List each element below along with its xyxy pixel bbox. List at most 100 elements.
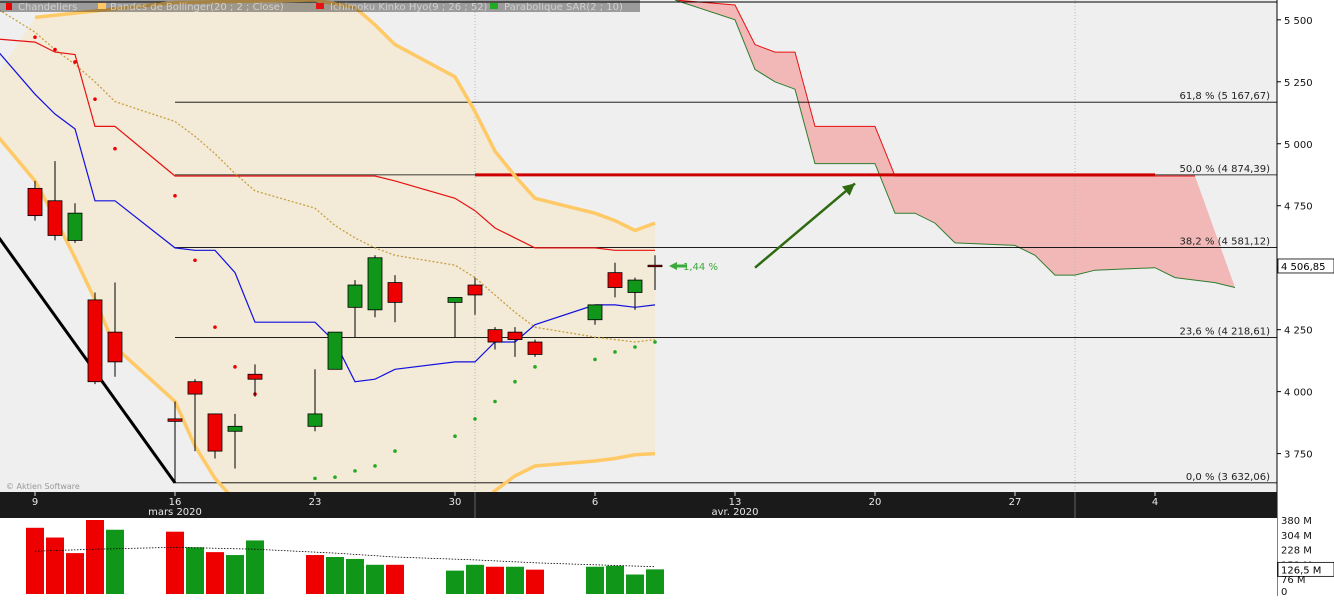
fib-level-label: 38,2 % (4 581,12) — [1180, 237, 1271, 248]
legend-ichimoku-swatch — [316, 3, 324, 9]
candle-body — [467, 284, 483, 296]
x-axis-tick-label: 20 — [869, 497, 882, 508]
chart-svg[interactable]: 61,8 % (5 167,67) 50,0 % (4 874,39) 38,2 %… — [0, 0, 1334, 598]
candle-body — [47, 200, 63, 236]
candle-body — [327, 331, 343, 370]
volume-axis-tick-label: 228 M — [1281, 546, 1312, 557]
fib-level-label: 61,8 % (5 167,67) — [1180, 91, 1271, 102]
volume-bar — [346, 558, 364, 594]
candle-body — [627, 279, 643, 293]
candle-body — [367, 257, 383, 311]
y-axis-tick-label: 5 250 — [1284, 78, 1313, 89]
volume-bar — [106, 529, 124, 594]
x-axis-tick-label: 6 — [592, 497, 598, 508]
volume-bar — [226, 555, 244, 594]
volume-axis-tick-label: 76 M — [1281, 575, 1306, 586]
sar-point — [633, 345, 637, 349]
legend-sar-swatch — [490, 3, 498, 9]
candle-body — [587, 304, 603, 321]
y-axis-current-value-label: 4 506,85 — [1281, 262, 1326, 273]
sar-point — [353, 469, 357, 473]
volume-bar — [46, 537, 64, 594]
x-axis-month-label: avr. 2020 — [711, 507, 758, 518]
volume-bar — [386, 564, 404, 594]
watermark: © Aktien Software — [6, 482, 80, 491]
y-axis-tick-label: 3 750 — [1284, 450, 1313, 461]
sar-point — [493, 399, 497, 404]
sar-point — [593, 357, 597, 362]
candle-body — [347, 284, 363, 308]
x-axis-tick-label: 23 — [309, 497, 322, 508]
sar-point — [513, 379, 517, 384]
sar-point — [653, 340, 657, 344]
volume-bar — [246, 540, 264, 594]
legend-candles-label: Chandeliers — [18, 2, 77, 13]
candle-body — [27, 187, 43, 217]
sar-point — [193, 258, 197, 263]
volume-bar — [326, 557, 344, 594]
x-axis-tick-label: 9 — [32, 497, 38, 508]
candle-body — [387, 282, 403, 303]
sar-point — [113, 146, 117, 151]
sar-point — [393, 449, 397, 453]
candle-body — [487, 329, 503, 343]
volume-bar — [366, 564, 384, 594]
candle — [527, 339, 543, 357]
sar-point — [473, 417, 477, 421]
volume-axis-tick-label: 0 — [1281, 587, 1287, 596]
sar-point — [453, 434, 457, 439]
volume-bar — [626, 574, 644, 594]
sar-point — [53, 47, 57, 52]
volume-bar — [66, 553, 84, 594]
y-axis-tick-label: 4 250 — [1284, 326, 1313, 337]
volume-bar — [486, 566, 504, 594]
candle-body — [607, 272, 623, 288]
candle-body — [167, 418, 183, 422]
legend-sar-label: Parabolique SAR(2 ; 10) — [504, 2, 623, 13]
candle-body — [187, 381, 203, 395]
sar-point — [213, 325, 217, 329]
candle-body — [87, 299, 103, 383]
x-axis-month-label: mars 2020 — [148, 507, 202, 518]
sar-point — [73, 60, 77, 64]
fib-level-label: 50,0 % (4 874,39) — [1180, 164, 1271, 175]
sar-point — [173, 194, 177, 198]
x-axis-tick-label: 30 — [449, 497, 462, 508]
volume-bar — [506, 566, 524, 594]
volume-current-value-label: 126,5 M — [1281, 565, 1321, 576]
volume-bar — [26, 527, 44, 594]
candle-body — [67, 212, 83, 241]
candle-body — [247, 373, 263, 380]
volume-bar — [466, 564, 484, 594]
candle — [87, 292, 103, 385]
y-axis-background — [1277, 0, 1334, 596]
sar-point — [333, 475, 337, 479]
candle-body — [507, 331, 523, 340]
y-axis-tick-label: 4 750 — [1284, 202, 1313, 213]
sar-point — [373, 464, 377, 468]
candle-body — [307, 413, 323, 427]
x-axis-tick-label: 27 — [1009, 497, 1022, 508]
y-axis-tick-label: 5 000 — [1284, 140, 1313, 151]
volume-bar — [606, 565, 624, 594]
sar-point — [93, 97, 97, 101]
candle-body — [647, 264, 663, 268]
candle — [367, 255, 383, 318]
volume-bar — [646, 569, 664, 594]
volume-bar — [86, 520, 104, 594]
candle-body — [527, 341, 543, 355]
y-axis-tick-label: 5 500 — [1284, 16, 1313, 27]
stock-chart[interactable]: 61,8 % (5 167,67) 50,0 % (4 874,39) 38,2 %… — [0, 0, 1334, 598]
volume-bar — [166, 531, 184, 594]
candle-body — [227, 425, 243, 432]
legend-ichimoku-label: Ichimoku Kinko Hyo(9 ; 26 ; 52) — [330, 2, 488, 13]
sar-point — [233, 365, 237, 369]
y-axis-tick-label: 4 000 — [1284, 388, 1313, 399]
candle-body — [447, 297, 463, 303]
legend-bollinger-swatch — [98, 3, 106, 9]
candle-body — [207, 413, 223, 452]
volume-bar — [186, 547, 204, 594]
fib-level-label: 0,0 % (3 632,06) — [1186, 472, 1270, 483]
volume-bar — [306, 555, 324, 594]
current-price-change-label: 1,44 % — [683, 262, 718, 273]
